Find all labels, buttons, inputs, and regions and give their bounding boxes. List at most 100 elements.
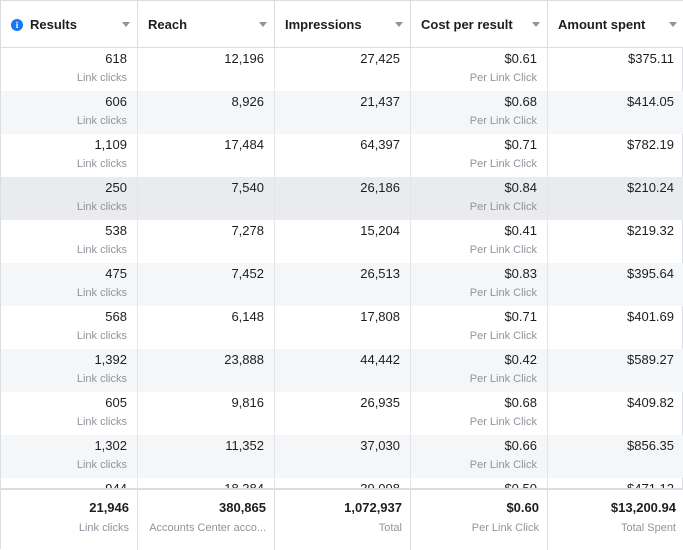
cell-impressions: 15,204 — [275, 220, 411, 263]
column-header-impressions[interactable]: Impressions — [275, 1, 411, 48]
cell-value: 44,442 — [360, 352, 400, 367]
cell-value: $414.05 — [627, 94, 674, 109]
ads-results-table: i Results Reach Impressions Cost per res… — [0, 0, 683, 550]
cell-value: $210.24 — [627, 180, 674, 195]
cell-amount-spent: $589.27 — [548, 349, 683, 392]
chevron-down-icon[interactable] — [669, 22, 677, 27]
column-header-cost-per-result[interactable]: Cost per result — [411, 1, 548, 48]
table-row[interactable]: 1,392 Link clicks 23,888 44,442 $0.42 Per Lin… — [1, 349, 683, 392]
table-row[interactable]: 475 Link clicks 7,452 26,513 $0.83 Per Link C… — [1, 263, 683, 306]
column-header-reach[interactable]: Reach — [138, 1, 275, 48]
cell-impressions: 21,437 — [275, 91, 411, 134]
column-header-label: Impressions — [285, 17, 362, 32]
cell-cost-per-result: $0.84 Per Link Click — [411, 177, 548, 220]
column-header-amount-spent[interactable]: Amount spent — [548, 1, 683, 48]
cell-caption: Link clicks — [76, 330, 127, 342]
chevron-down-icon[interactable] — [532, 22, 540, 27]
cell-caption: Per Link Click — [469, 201, 537, 213]
cell-value: $0.71 — [504, 309, 537, 324]
info-icon[interactable]: i — [11, 18, 23, 31]
cell-reach: 12,196 — [138, 48, 275, 91]
total-caption: Total Spent — [620, 522, 676, 534]
cell-amount-spent: $210.24 — [548, 177, 683, 220]
cell-reach: 18,384 — [138, 478, 275, 488]
table-row[interactable]: 1,302 Link clicks 11,352 37,030 $0.66 Per Lin… — [1, 435, 683, 478]
table-row[interactable]: 605 Link clicks 9,816 26,935 $0.68 Per Link C… — [1, 392, 683, 435]
table-row[interactable]: 250 Link clicks 7,540 26,186 $0.84 Per Link C… — [1, 177, 683, 220]
chevron-down-icon[interactable] — [259, 22, 267, 27]
cell-value: $589.27 — [627, 352, 674, 367]
cell-value: 944 — [1, 481, 127, 488]
total-value: 21,946 — [89, 500, 129, 515]
cell-results: 944 — [1, 478, 138, 488]
cell-value: $0.84 — [504, 180, 537, 195]
cell-amount-spent: $395.64 — [548, 263, 683, 306]
cell-impressions: 17,808 — [275, 306, 411, 349]
cell-value: $471.12 — [548, 481, 674, 488]
cell-caption: Link clicks — [76, 459, 127, 471]
cell-value: 23,888 — [224, 352, 264, 367]
table-row[interactable]: 606 Link clicks 8,926 21,437 $0.68 Per Link C… — [1, 91, 683, 134]
cell-value: $0.68 — [504, 94, 537, 109]
cell-caption: Per Link Click — [469, 72, 537, 84]
cell-impressions: 26,935 — [275, 392, 411, 435]
cell-value: $0.42 — [504, 352, 537, 367]
cell-value: 1,302 — [94, 438, 127, 453]
total-caption: Per Link Click — [471, 522, 539, 534]
cell-value: 7,540 — [231, 180, 264, 195]
cell-value: 27,425 — [360, 51, 400, 66]
cell-caption: Per Link Click — [469, 115, 537, 127]
cell-caption: Per Link Click — [469, 244, 537, 256]
table-row[interactable]: 568 Link clicks 6,148 17,808 $0.71 Per Link C… — [1, 306, 683, 349]
table-body[interactable]: 618 Link clicks 12,196 27,425 $0.61 Per Link … — [1, 48, 683, 488]
cell-value: 18,384 — [138, 481, 264, 488]
cell-caption: Link clicks — [76, 287, 127, 299]
cell-value: 37,030 — [360, 438, 400, 453]
cell-impressions: 39,098 — [275, 478, 411, 488]
cell-cost-per-result: $0.50 — [411, 478, 548, 488]
total-value: 380,865 — [219, 500, 266, 515]
total-caption: Link clicks — [78, 522, 129, 534]
cell-value: $0.41 — [504, 223, 537, 238]
cell-value: 17,484 — [224, 137, 264, 152]
table-row[interactable]: 1,109 Link clicks 17,484 64,397 $0.71 Per Lin… — [1, 134, 683, 177]
cell-results: 618 Link clicks — [1, 48, 138, 91]
table-row[interactable]: 618 Link clicks 12,196 27,425 $0.61 Per Link … — [1, 48, 683, 91]
cell-value: 9,816 — [231, 395, 264, 410]
cell-cost-per-result: $0.71 Per Link Click — [411, 134, 548, 177]
cell-caption: Link clicks — [76, 416, 127, 428]
cell-value: 26,935 — [360, 395, 400, 410]
column-header-results[interactable]: i Results — [1, 1, 138, 48]
cell-reach: 7,278 — [138, 220, 275, 263]
table-row[interactable]: 538 Link clicks 7,278 15,204 $0.41 Per Link C… — [1, 220, 683, 263]
table-header: i Results Reach Impressions Cost per res… — [1, 1, 683, 48]
cell-value: $0.71 — [504, 137, 537, 152]
cell-caption: Per Link Click — [469, 330, 537, 342]
cell-results: 1,109 Link clicks — [1, 134, 138, 177]
cell-value: 8,926 — [231, 94, 264, 109]
cell-value: 606 — [105, 94, 127, 109]
cell-impressions: 27,425 — [275, 48, 411, 91]
column-header-label: Results — [30, 17, 77, 32]
total-reach: 380,865 Accounts Center acco... — [138, 490, 275, 550]
cell-value: $395.64 — [627, 266, 674, 281]
cell-amount-spent: $414.05 — [548, 91, 683, 134]
cell-value: $0.61 — [504, 51, 537, 66]
cell-cost-per-result: $0.83 Per Link Click — [411, 263, 548, 306]
chevron-down-icon[interactable] — [395, 22, 403, 27]
cell-value: $401.69 — [627, 309, 674, 324]
total-cost-per-result: $0.60 Per Link Click — [411, 490, 548, 550]
cell-value: 1,392 — [94, 352, 127, 367]
cell-caption: Per Link Click — [469, 459, 537, 471]
cell-value: 618 — [105, 51, 127, 66]
cell-results: 568 Link clicks — [1, 306, 138, 349]
cell-amount-spent: $409.82 — [548, 392, 683, 435]
cell-cost-per-result: $0.66 Per Link Click — [411, 435, 548, 478]
cell-reach: 17,484 — [138, 134, 275, 177]
cell-value: 1,109 — [94, 137, 127, 152]
chevron-down-icon[interactable] — [122, 22, 130, 27]
table-row[interactable]: 944 18,384 39,098 $0.50 $471.12 — [1, 478, 683, 488]
cell-caption: Link clicks — [76, 201, 127, 213]
cell-value: 21,437 — [360, 94, 400, 109]
cell-value: $0.83 — [504, 266, 537, 281]
